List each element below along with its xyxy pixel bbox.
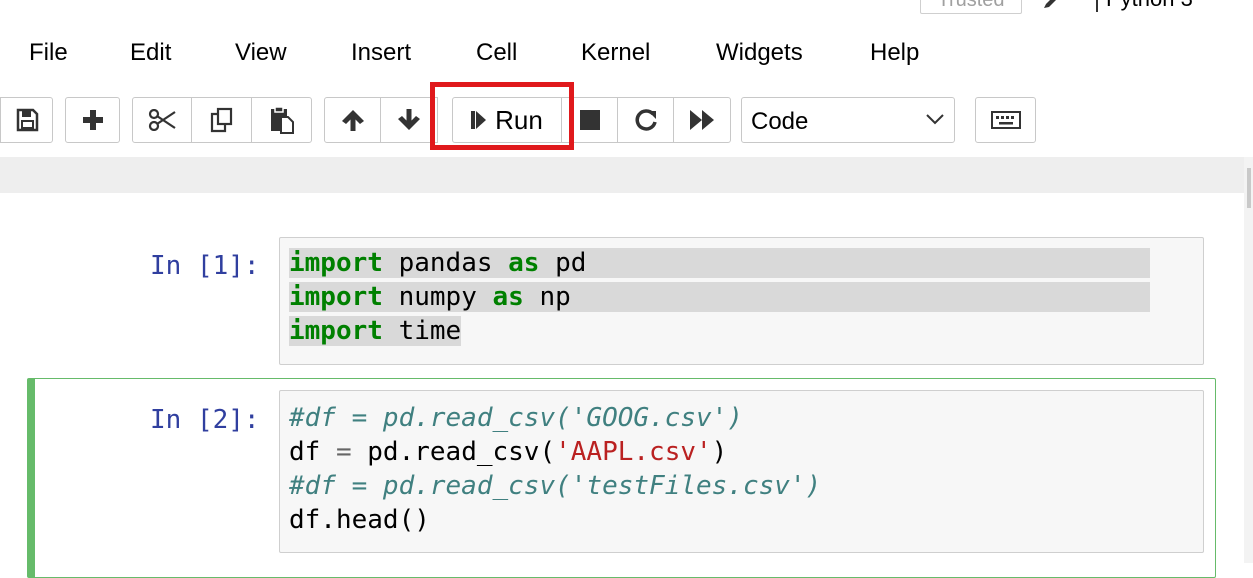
paste-button[interactable] bbox=[251, 97, 312, 143]
page-scrollbar[interactable] bbox=[1244, 157, 1253, 563]
menu-help[interactable]: Help bbox=[870, 38, 919, 68]
scissors-icon bbox=[148, 109, 176, 131]
save-button[interactable] bbox=[0, 97, 53, 143]
code-line: #df = pd.read_csv('testFiles.csv') bbox=[289, 471, 822, 501]
code-editor[interactable]: import pandas as pd import numpy as np i… bbox=[289, 246, 1150, 348]
menu-widgets[interactable]: Widgets bbox=[716, 38, 803, 68]
toolbar: Run bbox=[0, 95, 1253, 147]
menu-cell[interactable]: Cell bbox=[476, 38, 517, 68]
arrow-down-icon bbox=[397, 108, 421, 132]
redo-icon bbox=[634, 108, 658, 132]
menu-kernel[interactable]: Kernel bbox=[581, 38, 650, 68]
cell-type-value: Code bbox=[751, 108, 809, 135]
restart-run-all-button[interactable] bbox=[673, 97, 731, 143]
code-line: import pandas as pd bbox=[289, 248, 1150, 278]
run-button-highlight bbox=[430, 82, 574, 150]
fast-forward-icon bbox=[689, 109, 715, 131]
menu-edit[interactable]: Edit bbox=[130, 38, 171, 68]
input-prompt: In [1]: bbox=[150, 251, 260, 281]
copy-button[interactable] bbox=[191, 97, 252, 143]
insert-cell-button[interactable] bbox=[65, 97, 120, 143]
stop-icon bbox=[579, 109, 601, 131]
keyboard-icon bbox=[990, 110, 1021, 130]
kernel-divider bbox=[1096, 0, 1098, 12]
arrow-up-icon bbox=[341, 108, 365, 132]
cell-type-select[interactable]: Code bbox=[741, 97, 955, 143]
plus-icon bbox=[82, 109, 104, 131]
chevron-down-icon bbox=[926, 112, 944, 130]
trusted-badge[interactable]: Trusted bbox=[920, 0, 1022, 14]
copy-icon bbox=[209, 107, 235, 133]
code-line: import numpy as np bbox=[289, 282, 1150, 312]
input-prompt: In [2]: bbox=[150, 405, 260, 435]
move-up-button[interactable] bbox=[324, 97, 381, 143]
code-line: #df = pd.read_csv('GOOG.csv') bbox=[289, 403, 743, 433]
menu-view[interactable]: View bbox=[235, 38, 287, 68]
menu-insert[interactable]: Insert bbox=[351, 38, 411, 68]
header-shadow bbox=[0, 157, 1253, 193]
scrollbar-thumb[interactable] bbox=[1247, 168, 1251, 208]
paste-icon bbox=[269, 106, 295, 134]
menu-file[interactable]: File bbox=[29, 38, 68, 68]
menu-bar: File Edit View Insert Cell Kernel Widget… bbox=[0, 30, 1253, 80]
command-palette-button[interactable] bbox=[975, 97, 1036, 143]
code-input-area[interactable]: import pandas as pd import numpy as np i… bbox=[279, 237, 1204, 365]
code-input-area[interactable]: #df = pd.read_csv('GOOG.csv') df = pd.re… bbox=[279, 390, 1204, 553]
code-line: df = pd.read_csv('AAPL.csv') bbox=[289, 437, 728, 467]
pencil-icon[interactable] bbox=[1042, 0, 1060, 10]
code-line: import time bbox=[289, 316, 462, 346]
restart-kernel-button[interactable] bbox=[617, 97, 674, 143]
code-editor[interactable]: #df = pd.read_csv('GOOG.csv') df = pd.re… bbox=[289, 401, 821, 537]
save-icon bbox=[15, 108, 39, 132]
code-line: df.head() bbox=[289, 505, 430, 535]
notebook-header: Trusted Python 3 bbox=[0, 0, 1253, 20]
cut-button[interactable] bbox=[132, 97, 192, 143]
kernel-name[interactable]: Python 3 bbox=[1106, 0, 1193, 12]
